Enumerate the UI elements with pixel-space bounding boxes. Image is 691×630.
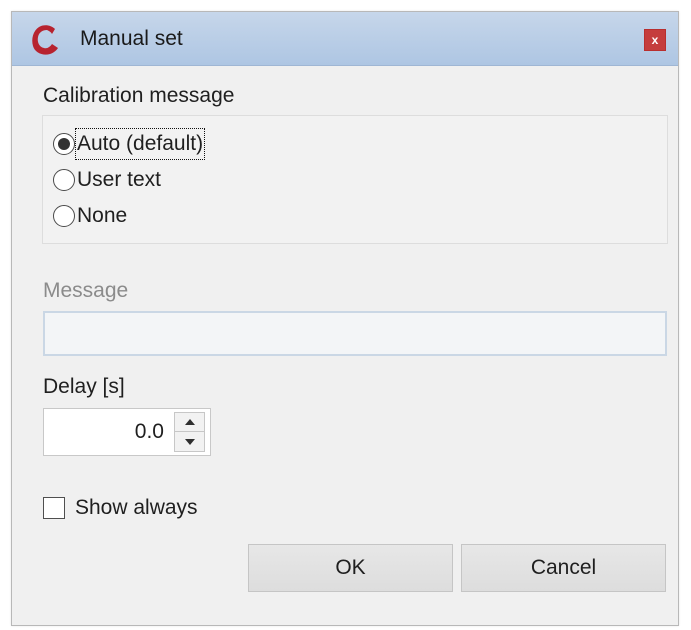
checkbox-unchecked-icon (43, 497, 65, 519)
down-arrow-icon (184, 438, 195, 445)
up-arrow-icon (184, 419, 195, 425)
dialog-content: Calibration message Auto (default) User … (12, 66, 678, 627)
delay-value[interactable]: 0.0 (44, 418, 164, 446)
window-title: Manual set (80, 27, 183, 50)
delay-spin-buttons (174, 412, 205, 452)
close-icon: x (651, 33, 659, 47)
radio-user-text[interactable]: User text (53, 165, 161, 195)
radio-unselected-icon (53, 169, 75, 191)
radio-label-none: None (77, 204, 128, 227)
radio-label-auto: Auto (default) (74, 128, 206, 160)
message-label: Message (43, 279, 129, 302)
app-logo-icon (30, 24, 60, 56)
radio-label-user-text: User text (77, 168, 162, 191)
increment-button[interactable] (175, 413, 204, 432)
message-input[interactable] (43, 311, 667, 356)
ok-button[interactable]: OK (248, 544, 453, 592)
radio-selected-icon (53, 133, 75, 155)
radio-none[interactable]: None (53, 201, 127, 231)
delay-label: Delay [s] (43, 375, 125, 398)
title-bar: Manual set x (12, 12, 678, 66)
radio-auto-default[interactable]: Auto (default) (53, 128, 206, 160)
delay-stepper[interactable]: 0.0 (43, 408, 211, 456)
close-button[interactable]: x (644, 29, 666, 51)
cancel-button[interactable]: Cancel (461, 544, 666, 592)
decrement-button[interactable] (175, 432, 204, 451)
show-always-label: Show always (75, 496, 198, 519)
manual-set-dialog: Manual set x Calibration message Auto (d… (11, 11, 679, 626)
calibration-message-group: Auto (default) User text None (42, 115, 668, 244)
screen: Manual set x Calibration message Auto (d… (0, 0, 691, 630)
radio-unselected-icon (53, 205, 75, 227)
calibration-message-label: Calibration message (43, 84, 235, 107)
show-always-checkbox[interactable]: Show always (43, 493, 198, 523)
